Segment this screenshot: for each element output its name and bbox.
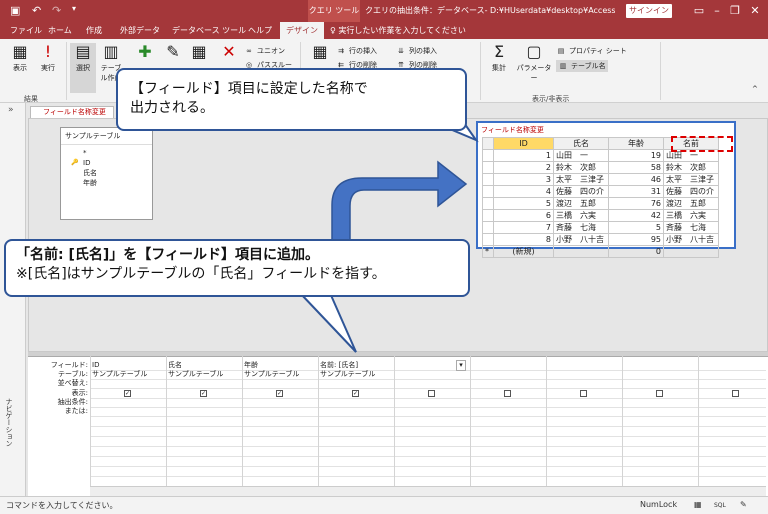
callout-add-field: 「名前: [氏名]」を【フィールド】項目に追加。 ※[氏名]はサンプルテーブルの… — [4, 239, 470, 297]
callout-line: 出力される。 — [130, 100, 214, 116]
callout-output-name: 【フィールド】項目に設定した名称で 出力される。 — [116, 68, 467, 131]
callout-line: 【フィールド】項目に設定した名称で — [130, 81, 368, 97]
callout2-pointer — [297, 292, 357, 353]
curved-arrow — [331, 160, 468, 243]
callout-line: ※[氏名]はサンプルテーブルの「氏名」フィールドを指す。 — [16, 266, 386, 282]
callout-line: 「名前: [氏名]」を【フィールド】項目に追加。 — [16, 247, 319, 263]
